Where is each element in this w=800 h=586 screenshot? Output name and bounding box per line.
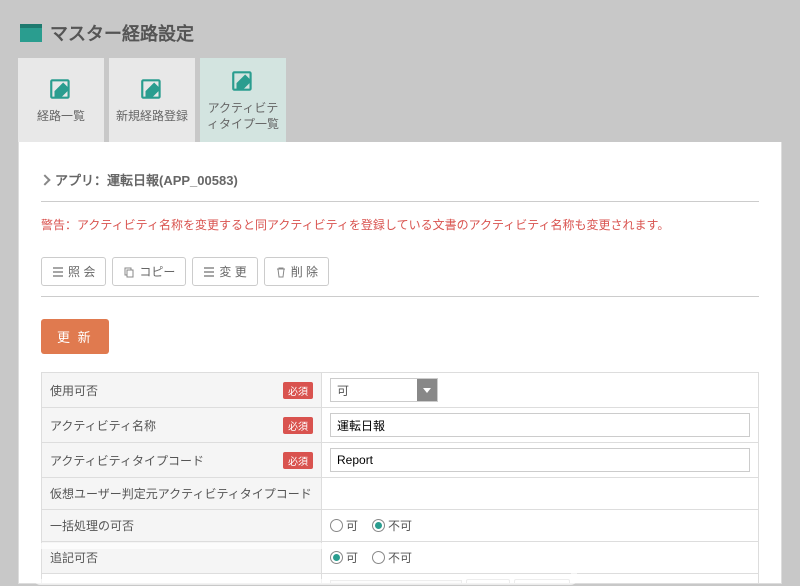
radio-icon [372,519,385,532]
form-table: 使用可否 必須 可 アクティビティ名称 必須 アクティビティタイプコード 必須 [41,372,759,584]
toolbar: 照 会 コピー 変 更 削 除 [41,257,759,286]
chevron-down-icon [417,379,437,401]
radio-icon [330,519,343,532]
edit-icon [137,76,167,102]
inquiry-button[interactable]: 照 会 [41,257,106,286]
row-use: 使用可否 必須 可 [42,373,759,408]
tab-label: アクティビティタイプ一覧 [204,100,282,132]
tab-label: 新規経路登録 [116,108,188,124]
tab-route-list[interactable]: 経路一覧 [18,58,104,142]
field-label: アクティビティタイプコード [50,454,204,468]
page-title: マスター経路設定 [50,20,194,46]
tab-new-route[interactable]: 新規経路登録 [109,58,195,142]
radio-icon [330,551,343,564]
row-activity-name: アクティビティ名称 必須 [42,408,759,443]
field-label: 使用可否 [50,384,98,398]
row-virtual-user: 仮想ユーザー判定元アクティビティタイプコード [42,478,759,510]
page-header: マスター経路設定 [0,0,800,58]
copy-icon [123,266,135,278]
divider [41,296,759,297]
addnote-yes-radio[interactable]: 可 [330,549,358,566]
breadcrumb[interactable]: アプリ：運転日報(APP_00583) [41,170,759,197]
copy-button[interactable]: コピー [112,257,186,286]
settings-icon [20,24,42,42]
required-badge: 必須 [283,417,313,434]
list-icon [203,266,215,278]
batch-yes-radio[interactable]: 可 [330,517,358,534]
radio-icon [372,551,385,564]
tab-activity-type-list[interactable]: アクティビティタイプ一覧 [200,58,286,142]
field-label: 追記可否 [50,551,98,565]
list-icon [52,266,64,278]
batch-no-radio[interactable]: 不可 [372,517,412,534]
required-badge: 必須 [283,452,313,469]
activity-name-input[interactable] [330,413,750,437]
divider [41,201,759,202]
row-batch: 一括処理の可否 可 不可 [42,510,759,542]
trash-icon [275,266,287,278]
row-approval-form: 承認フォーム 参照 クリア [42,574,759,585]
delete-button[interactable]: 削 除 [264,257,329,286]
edit-icon [228,68,258,94]
approval-form-input[interactable] [330,580,462,585]
change-button[interactable]: 変 更 [192,257,257,286]
required-badge: 必須 [283,382,313,399]
tab-bar: 経路一覧 新規経路登録 アクティビティタイプ一覧 [0,58,800,142]
update-button[interactable]: 更 新 [41,319,109,354]
use-select[interactable]: 可 [330,378,438,402]
tab-label: 経路一覧 [37,108,85,124]
row-activity-type-code: アクティビティタイプコード 必須 [42,443,759,478]
warning-message: 警告：アクティビティ名称を変更すると同アクティビティを登録している文書のアクティ… [41,216,759,233]
browse-button[interactable]: 参照 [466,579,510,584]
addnote-no-radio[interactable]: 不可 [372,549,412,566]
chevron-right-icon [39,174,50,185]
field-label: 仮想ユーザー判定元アクティビティタイプコード [50,487,312,501]
breadcrumb-text: アプリ：運転日報(APP_00583) [55,170,238,189]
clear-button[interactable]: クリア [514,579,570,584]
edit-icon [46,76,76,102]
row-additional-note: 追記可否 可 不可 [42,542,759,574]
field-label: アクティビティ名称 [50,419,156,433]
field-label: 一括処理の可否 [50,519,134,533]
activity-type-code-input[interactable] [330,448,750,472]
content-panel: アプリ：運転日報(APP_00583) 警告：アクティビティ名称を変更すると同ア… [18,142,782,584]
